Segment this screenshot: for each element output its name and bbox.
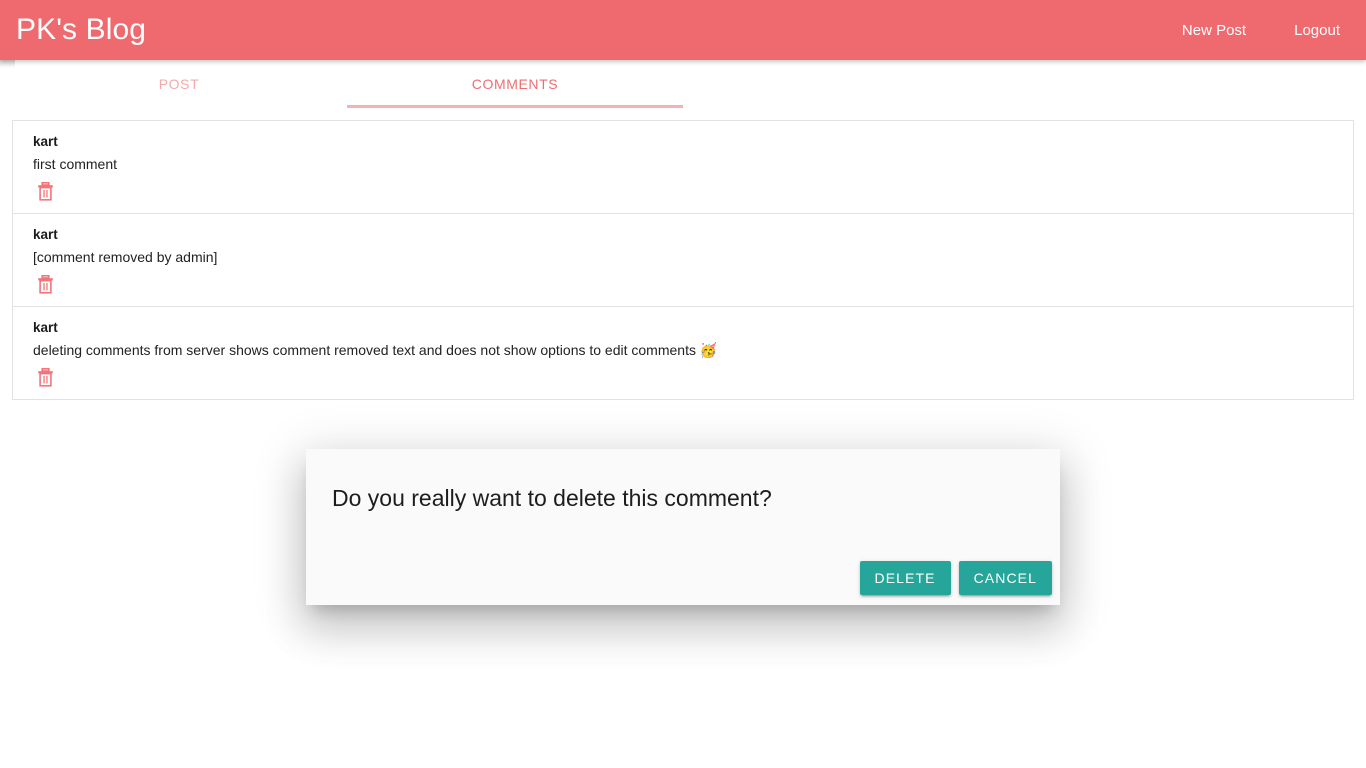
tab-comments[interactable]: COMMENTS bbox=[347, 60, 683, 108]
tab-bar: POST COMMENTS bbox=[0, 60, 1366, 108]
comment-text: [comment removed by admin] bbox=[33, 248, 1333, 267]
comment-card: kart deleting comments from server shows… bbox=[13, 307, 1353, 399]
comment-text-value: [comment removed by admin] bbox=[33, 249, 218, 265]
tab-comments-label: COMMENTS bbox=[471, 76, 559, 92]
comment-author: kart bbox=[33, 227, 58, 242]
delete-comment-button[interactable] bbox=[33, 179, 57, 203]
comment-card: kart [comment removed by admin] bbox=[13, 214, 1353, 307]
tab-post[interactable]: POST bbox=[11, 60, 347, 108]
comment-list: kart first comment kart [comment removed… bbox=[12, 120, 1354, 400]
comment-author: kart bbox=[33, 134, 58, 149]
comment-text-value: first comment bbox=[33, 156, 118, 172]
comment-author: kart bbox=[33, 320, 58, 335]
tab-post-label: POST bbox=[158, 76, 200, 92]
comment-actions bbox=[33, 365, 1333, 389]
comment-emoji: 🥳 bbox=[699, 342, 718, 358]
nav-link-logout[interactable]: Logout bbox=[1290, 16, 1344, 45]
dialog-cancel-button[interactable]: CANCEL bbox=[958, 561, 1052, 595]
dialog-title: Do you really want to delete this commen… bbox=[332, 485, 772, 511]
comment-text-value: deleting comments from server shows comm… bbox=[33, 342, 700, 358]
nav-link-new-post[interactable]: New Post bbox=[1178, 16, 1250, 45]
app-bar: PK's Blog New Post Logout bbox=[0, 0, 1366, 60]
comment-actions bbox=[33, 272, 1333, 296]
dialog-delete-button[interactable]: DELETE bbox=[859, 561, 951, 595]
comment-card: kart first comment bbox=[13, 121, 1353, 214]
comment-text: deleting comments from server shows comm… bbox=[33, 341, 1333, 360]
delete-comment-button[interactable] bbox=[33, 272, 57, 296]
delete-comment-button[interactable] bbox=[33, 365, 57, 389]
delete-confirm-dialog: Do you really want to delete this commen… bbox=[306, 449, 1060, 605]
trash-icon bbox=[37, 274, 53, 294]
scrollbar-remnant bbox=[0, 60, 15, 68]
dialog-actions: DELETE CANCEL bbox=[859, 561, 1060, 595]
comment-text: first comment bbox=[33, 155, 1333, 174]
comment-actions bbox=[33, 179, 1333, 203]
trash-icon bbox=[37, 181, 53, 201]
trash-icon bbox=[37, 367, 53, 387]
brand-title: PK's Blog bbox=[16, 13, 147, 46]
tab-active-underline bbox=[347, 105, 683, 108]
